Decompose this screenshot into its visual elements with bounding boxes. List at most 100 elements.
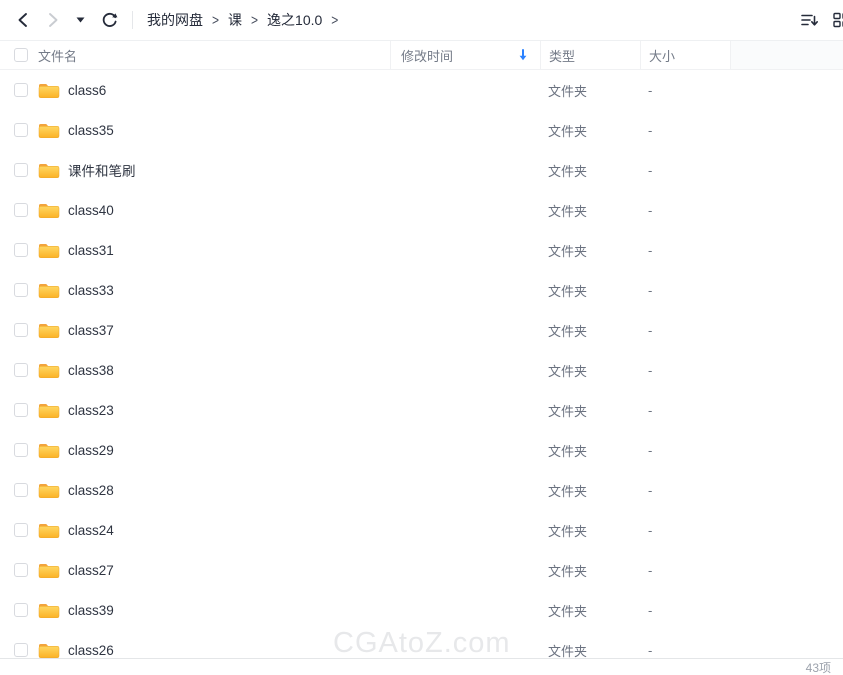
file-type-cell: 文件夹 [540,361,640,380]
header-cell-modified[interactable]: 修改时间 [390,41,540,69]
file-name[interactable]: class28 [68,483,114,498]
folder-icon [38,561,60,579]
sort-order-button[interactable] [801,13,819,28]
refresh-button[interactable] [100,11,118,29]
folder-icon [38,401,60,419]
row-checkbox[interactable] [14,483,28,497]
sort-arrow-down-icon [518,49,528,61]
table-row[interactable]: class26 文件夹 - [0,630,843,658]
row-checkbox[interactable] [14,363,28,377]
table-row[interactable]: class37 文件夹 - [0,310,843,350]
table-row[interactable]: class28 文件夹 - [0,470,843,510]
row-checkbox[interactable] [14,403,28,417]
row-checkbox[interactable] [14,203,28,217]
file-size-cell: - [640,163,730,178]
file-name-cell: class27 [0,561,390,579]
folder-icon [38,641,60,658]
row-checkbox[interactable] [14,163,28,177]
breadcrumb-separator: > [251,12,258,29]
file-name[interactable]: class24 [68,523,114,538]
file-name-cell: class35 [0,121,390,139]
folder-icon [38,81,60,99]
table-row[interactable]: class35 文件夹 - [0,110,843,150]
column-header-size[interactable]: 大小 [649,46,675,65]
breadcrumb-item-root[interactable]: 我的网盘 [147,10,203,30]
file-name[interactable]: class27 [68,563,114,578]
header-cell-size[interactable]: 大小 [640,41,730,69]
file-name[interactable]: class39 [68,603,114,618]
file-type-cell: 文件夹 [540,441,640,460]
column-header-modified[interactable]: 修改时间 [401,46,453,65]
table-row[interactable]: class6 文件夹 - [0,70,843,110]
table-row[interactable]: class31 文件夹 - [0,230,843,270]
file-name[interactable]: class40 [68,203,114,218]
grid-view-icon [833,12,843,28]
row-checkbox[interactable] [14,563,28,577]
table-header: 文件名 修改时间 类型 大小 [0,41,843,70]
table-row[interactable]: class39 文件夹 - [0,590,843,630]
file-name[interactable]: class38 [68,363,114,378]
folder-icon [38,321,60,339]
row-checkbox[interactable] [14,523,28,537]
toolbar-right-actions [801,12,843,28]
file-type-cell: 文件夹 [540,561,640,580]
file-name[interactable]: class33 [68,283,114,298]
table-row[interactable]: class27 文件夹 - [0,550,843,590]
file-name-cell: 课件和笔刷 [0,160,390,180]
column-header-filename[interactable]: 文件名 [38,46,77,65]
history-dropdown-button[interactable] [74,11,86,29]
sort-descending-icon [801,13,819,28]
toolbar-divider [132,11,133,29]
table-row[interactable]: class24 文件夹 - [0,510,843,550]
breadcrumb-item-2[interactable]: 逸之10.0 [267,10,322,30]
file-name-cell: class6 [0,81,390,99]
row-checkbox[interactable] [14,243,28,257]
header-cell-type[interactable]: 类型 [540,41,640,69]
row-checkbox[interactable] [14,643,28,657]
back-button[interactable] [14,11,32,29]
table-row[interactable]: 课件和笔刷 文件夹 - [0,150,843,190]
file-name-cell: class37 [0,321,390,339]
file-name-cell: class24 [0,521,390,539]
folder-icon [38,441,60,459]
select-all-checkbox[interactable] [14,48,28,62]
row-checkbox[interactable] [14,603,28,617]
file-name-cell: class40 [0,201,390,219]
file-name-cell: class39 [0,601,390,619]
row-checkbox[interactable] [14,123,28,137]
file-size-cell: - [640,123,730,138]
table-row[interactable]: class33 文件夹 - [0,270,843,310]
file-size-cell: - [640,363,730,378]
folder-icon [38,481,60,499]
file-size-cell: - [640,523,730,538]
forward-button[interactable] [44,11,62,29]
chevron-right-icon [46,12,60,28]
file-name-cell: class29 [0,441,390,459]
breadcrumb-separator: > [212,12,219,29]
file-name[interactable]: class35 [68,123,114,138]
row-checkbox[interactable] [14,83,28,97]
table-row[interactable]: class38 文件夹 - [0,350,843,390]
file-name-cell: class26 [0,641,390,658]
file-type-cell: 文件夹 [540,161,640,180]
file-name[interactable]: class6 [68,83,106,98]
table-row[interactable]: class29 文件夹 - [0,430,843,470]
folder-icon [38,361,60,379]
header-cell-name: 文件名 [0,41,390,69]
row-checkbox[interactable] [14,283,28,297]
file-name[interactable]: class31 [68,243,114,258]
status-bar: 43项 [0,658,843,675]
file-size-cell: - [640,443,730,458]
breadcrumb-item-1[interactable]: 课 [228,10,242,30]
row-checkbox[interactable] [14,323,28,337]
file-name[interactable]: 课件和笔刷 [68,160,136,180]
column-header-type[interactable]: 类型 [549,46,575,65]
view-mode-button[interactable] [833,12,843,28]
file-name[interactable]: class37 [68,323,114,338]
file-name[interactable]: class26 [68,643,114,658]
table-row[interactable]: class40 文件夹 - [0,190,843,230]
file-name[interactable]: class29 [68,443,114,458]
row-checkbox[interactable] [14,443,28,457]
table-row[interactable]: class23 文件夹 - [0,390,843,430]
file-name[interactable]: class23 [68,403,114,418]
